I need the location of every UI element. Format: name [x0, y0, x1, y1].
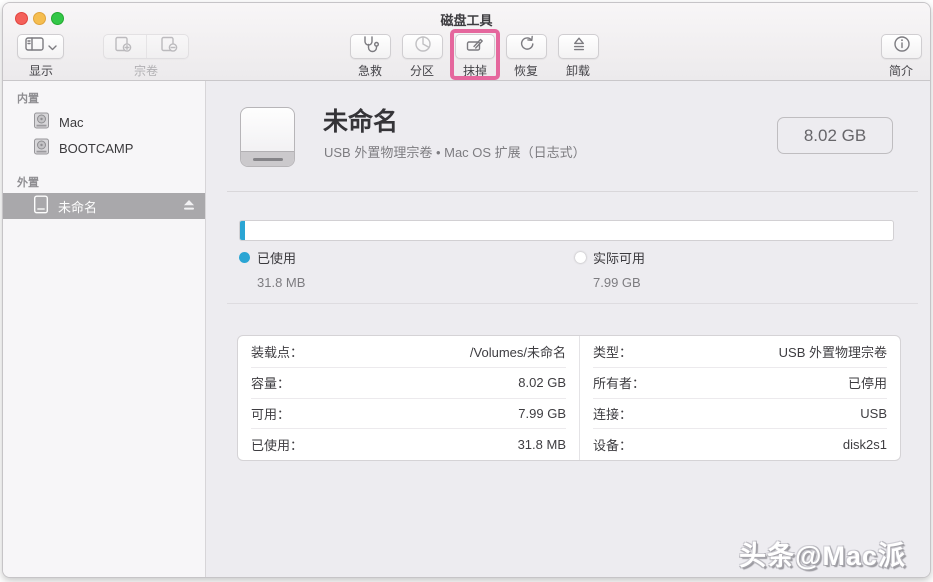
legend-used-value: 31.8 MB [257, 275, 305, 290]
sidebar-item-bootcamp[interactable]: BOOTCAMP [3, 135, 205, 161]
detail-value: disk2s1 [843, 437, 887, 452]
eject-icon[interactable] [182, 199, 196, 214]
free-color-dot [575, 252, 586, 263]
sidebar: 内置 Mac BOOTCAMP 外置 未命名 [3, 81, 206, 577]
legend-used-label: 已使用 [257, 248, 296, 267]
detail-row-mount-point: 装载点： /Volumes/未命名 [251, 337, 566, 367]
add-volume-button[interactable] [104, 36, 142, 58]
used-color-dot [239, 252, 250, 263]
chevron-down-icon [48, 38, 57, 56]
detail-label: 容量： [251, 373, 290, 392]
unmount-button[interactable] [558, 34, 599, 59]
eject-lines-icon [569, 36, 589, 58]
usage-bar [239, 220, 894, 241]
detail-row-device: 设备： disk2s1 [593, 428, 887, 459]
header-separator [227, 191, 918, 192]
partition-pie-icon [413, 34, 433, 59]
info-label: 简介 [866, 62, 931, 79]
detail-value: USB [860, 406, 887, 421]
detail-row-type: 类型： USB 外置物理宗卷 [593, 337, 887, 367]
legend-free: 实际可用 7.99 GB [575, 248, 645, 290]
sidebar-item-mac[interactable]: Mac [3, 109, 205, 135]
detail-value: 7.99 GB [518, 406, 566, 421]
disk-utility-window: 磁盘工具 显示 宗卷 急救 [2, 2, 931, 578]
legend-free-value: 7.99 GB [593, 275, 645, 290]
external-disk-icon [33, 195, 49, 217]
restore-button[interactable] [506, 34, 547, 59]
sidebar-layout-icon [25, 37, 44, 56]
window-title: 磁盘工具 [3, 10, 930, 29]
detail-value: /Volumes/未命名 [470, 342, 566, 361]
sidebar-section-internal: 内置 [17, 90, 205, 106]
detail-label: 可用： [251, 404, 290, 423]
detail-label: 设备： [593, 435, 632, 454]
detail-value: 8.02 GB [518, 375, 566, 390]
details-column-left: 装载点： /Volumes/未命名 容量： 8.02 GB 可用： 7.99 G… [238, 336, 580, 460]
titlebar-toolbar: 磁盘工具 显示 宗卷 急救 [3, 3, 930, 81]
volume-subtitle: USB 外置物理宗卷 • Mac OS 扩展（日志式） [324, 142, 586, 161]
sidebar-item-label: BOOTCAMP [59, 141, 133, 156]
volumes-group [103, 34, 189, 59]
info-icon [892, 34, 912, 59]
detail-row-used: 已使用： 31.8 MB [251, 428, 566, 459]
unmount-label: 卸载 [543, 62, 613, 79]
sidebar-item-label: Mac [59, 115, 84, 130]
internal-disk-icon [33, 112, 50, 132]
detail-value: USB 外置物理宗卷 [779, 342, 887, 361]
group-divider [146, 35, 147, 58]
restore-arrow-icon [517, 34, 537, 59]
drive-slot [253, 158, 283, 161]
detail-row-available: 可用： 7.99 GB [251, 398, 566, 429]
volumes-group-label: 宗卷 [111, 62, 181, 79]
detail-row-connection: 连接： USB [593, 398, 887, 429]
detail-value: 31.8 MB [518, 437, 566, 452]
details-panel: 装载点： /Volumes/未命名 容量： 8.02 GB 可用： 7.99 G… [237, 335, 901, 461]
detail-row-capacity: 容量： 8.02 GB [251, 367, 566, 398]
detail-row-owner: 所有者： 已停用 [593, 367, 887, 398]
remove-volume-button[interactable] [151, 36, 189, 58]
detail-label: 所有者： [593, 373, 645, 392]
info-button[interactable] [881, 34, 922, 59]
view-button-label: 显示 [6, 62, 76, 79]
volume-title: 未命名 [323, 102, 398, 138]
erase-disk-pen-icon [465, 35, 485, 58]
sidebar-section-external: 外置 [17, 174, 205, 190]
size-badge: 8.02 GB [777, 117, 893, 154]
detail-value: 已停用 [848, 373, 887, 392]
details-separator [227, 303, 918, 304]
legend-used: 已使用 31.8 MB [239, 248, 305, 290]
usage-bar-used-fill [240, 221, 245, 240]
view-button[interactable] [17, 34, 64, 59]
detail-label: 连接： [593, 404, 632, 423]
detail-label: 装载点： [251, 342, 303, 361]
partition-button[interactable] [402, 34, 443, 59]
sidebar-item-label: 未命名 [58, 197, 97, 216]
internal-disk-icon [33, 138, 50, 158]
erase-button[interactable] [455, 34, 495, 59]
legend-free-label: 实际可用 [593, 248, 645, 267]
main-content: 未命名 USB 外置物理宗卷 • Mac OS 扩展（日志式） 8.02 GB … [207, 81, 930, 577]
external-drive-icon-large [240, 107, 295, 167]
first-aid-button[interactable] [350, 34, 391, 59]
detail-label: 类型： [593, 342, 632, 361]
details-column-right: 类型： USB 外置物理宗卷 所有者： 已停用 连接： USB 设备： disk… [580, 336, 900, 460]
watermark: 头条@Mac派 [739, 534, 906, 573]
detail-label: 已使用： [251, 435, 303, 454]
sidebar-item-untitled[interactable]: 未命名 [3, 193, 205, 219]
stethoscope-icon [361, 35, 381, 59]
